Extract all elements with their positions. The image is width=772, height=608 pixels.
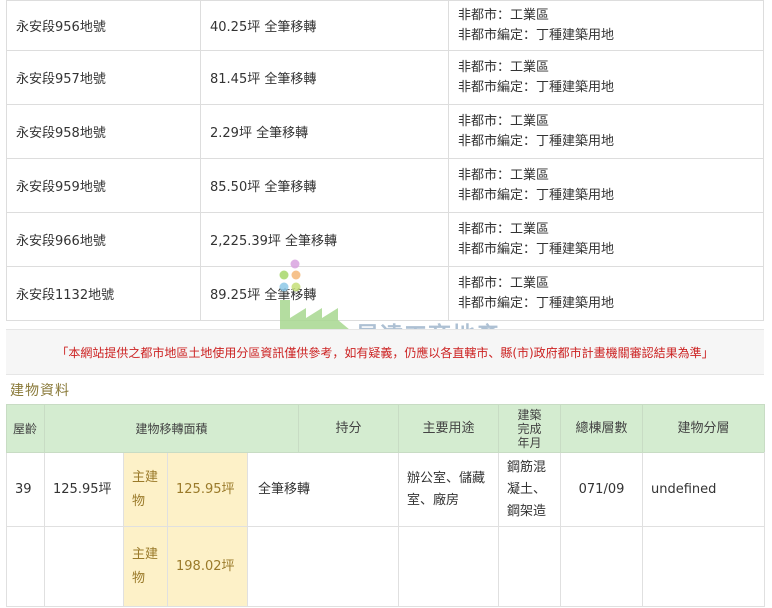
empty-cell bbox=[44, 526, 124, 607]
header-usage: 主要用途 bbox=[398, 404, 500, 453]
empty-cell bbox=[6, 526, 45, 607]
sub-building-label: 主建物 bbox=[123, 526, 168, 607]
land-area: 89.25坪 全筆移轉 bbox=[200, 266, 449, 321]
land-area: 2.29坪 全筆移轉 bbox=[200, 104, 449, 159]
land-area: 40.25坪 全筆移轉 bbox=[200, 0, 449, 51]
land-lot-number: 永安段1132地號 bbox=[6, 266, 201, 321]
land-zoning: 非都市：工業區非都市編定：丁種建築用地 bbox=[448, 212, 764, 267]
building-usage: 辦公室、儲藏室、廠房 bbox=[398, 452, 500, 527]
empty-cell bbox=[398, 526, 500, 607]
building-floors: undefined bbox=[642, 452, 766, 527]
land-zoning: 非都市：工業區非都市編定：丁種建築用地 bbox=[448, 104, 764, 159]
building-share: 全筆移轉 bbox=[246, 452, 400, 527]
land-lot-number: 永安段958地號 bbox=[6, 104, 201, 159]
sub-building-area: 198.02坪 bbox=[167, 526, 248, 607]
land-lot-number: 永安段957地號 bbox=[6, 50, 201, 105]
header-completed: 建築完成年月 bbox=[498, 404, 562, 453]
building-row: 39 125.95坪 主建物 125.95坪 全筆移轉 辦公室、儲藏室、廠房 鋼… bbox=[6, 452, 766, 527]
sub-building-label: 主建物 bbox=[123, 452, 168, 527]
building-header-row: 屋齡 建物移轉面積 持分 主要用途 建築完成年月 總棟層數 建物分層 bbox=[6, 404, 766, 453]
empty-cell bbox=[246, 526, 400, 607]
empty-cell bbox=[642, 526, 766, 607]
header-area: 建物移轉面積 bbox=[43, 404, 300, 453]
land-lot-number: 永安段959地號 bbox=[6, 158, 201, 213]
header-floor: 建物分層 bbox=[642, 404, 766, 453]
land-zoning: 非都市：工業區非都市編定：丁種建築用地 bbox=[448, 50, 764, 105]
building-completed: 071/09 bbox=[560, 452, 644, 527]
land-row: 永安段956地號 40.25坪 全筆移轉 非都市：工業區非都市編定：丁種建築用地 bbox=[6, 0, 764, 51]
building-area-total: 125.95坪 bbox=[44, 452, 124, 527]
building-table: 屋齡 建物移轉面積 持分 主要用途 建築完成年月 總棟層數 建物分層 39 12… bbox=[6, 404, 766, 607]
empty-cell bbox=[498, 526, 562, 607]
zoning-designation: 非都市編定：丁種建築用地 bbox=[458, 79, 615, 95]
land-row: 永安段958地號 2.29坪 全筆移轉 非都市：工業區非都市編定：丁種建築用地 bbox=[6, 104, 764, 159]
land-area: 85.50坪 全筆移轉 bbox=[200, 158, 449, 213]
land-zoning: 非都市：工業區非都市編定：丁種建築用地 bbox=[448, 266, 764, 321]
building-material: 鋼筋混凝土、鋼架造 bbox=[498, 452, 562, 527]
zoning-category: 非都市：工業區 bbox=[458, 113, 550, 129]
header-age: 屋齡 bbox=[6, 404, 45, 453]
zoning-category: 非都市：工業區 bbox=[458, 275, 550, 291]
zoning-category: 非都市：工業區 bbox=[458, 59, 550, 75]
zoning-disclaimer: 「本網站提供之都市地區土地使用分區資訊僅供參考，如有疑義，仍應以各直轄市、縣(市… bbox=[6, 329, 764, 375]
zoning-designation: 非都市編定：丁種建築用地 bbox=[458, 27, 615, 43]
zoning-designation: 非都市編定：丁種建築用地 bbox=[458, 295, 615, 311]
building-section-title: 建物資料 bbox=[10, 383, 70, 399]
land-table: 永安段956地號 40.25坪 全筆移轉 非都市：工業區 非都市編定：丁種建築用地 永安… bbox=[6, 0, 764, 321]
land-zoning: 非都市：工業區非都市編定：丁種建築用地 bbox=[448, 158, 764, 213]
zoning-category: 非都市：工業區 bbox=[458, 167, 550, 183]
zoning-category: 非都市：工業區 bbox=[458, 7, 550, 23]
land-lot-number: 永安段956地號 bbox=[6, 0, 201, 51]
land-area: 2,225.39坪 全筆移轉 bbox=[200, 212, 449, 267]
building-row: 主建物 198.02坪 bbox=[6, 526, 766, 607]
zoning-designation: 非都市編定：丁種建築用地 bbox=[458, 133, 615, 149]
land-zoning: 非都市：工業區非都市編定：丁種建築用地 bbox=[448, 0, 764, 51]
sub-building-area: 125.95坪 bbox=[167, 452, 248, 527]
zoning-designation: 非都市編定：丁種建築用地 bbox=[458, 187, 615, 203]
header-share: 持分 bbox=[298, 404, 400, 453]
header-floors: 總棟層數 bbox=[560, 404, 644, 453]
empty-cell bbox=[560, 526, 644, 607]
building-age: 39 bbox=[6, 452, 45, 527]
land-row: 永安段957地號 81.45坪 全筆移轉 非都市：工業區非都市編定：丁種建築用地 bbox=[6, 50, 764, 105]
land-area: 81.45坪 全筆移轉 bbox=[200, 50, 449, 105]
land-row: 永安段959地號 85.50坪 全筆移轉 非都市：工業區非都市編定：丁種建築用地 bbox=[6, 158, 764, 213]
land-row: 永安段966地號 2,225.39坪 全筆移轉 非都市：工業區非都市編定：丁種建築用… bbox=[6, 212, 764, 267]
zoning-designation: 非都市編定：丁種建築用地 bbox=[458, 241, 615, 257]
land-lot-number: 永安段966地號 bbox=[6, 212, 201, 267]
zoning-category: 非都市：工業區 bbox=[458, 221, 550, 237]
land-row: 永安段1132地號 89.25坪 全筆移轉 非都市：工業區非都市編定：丁種建築用地 bbox=[6, 266, 764, 321]
